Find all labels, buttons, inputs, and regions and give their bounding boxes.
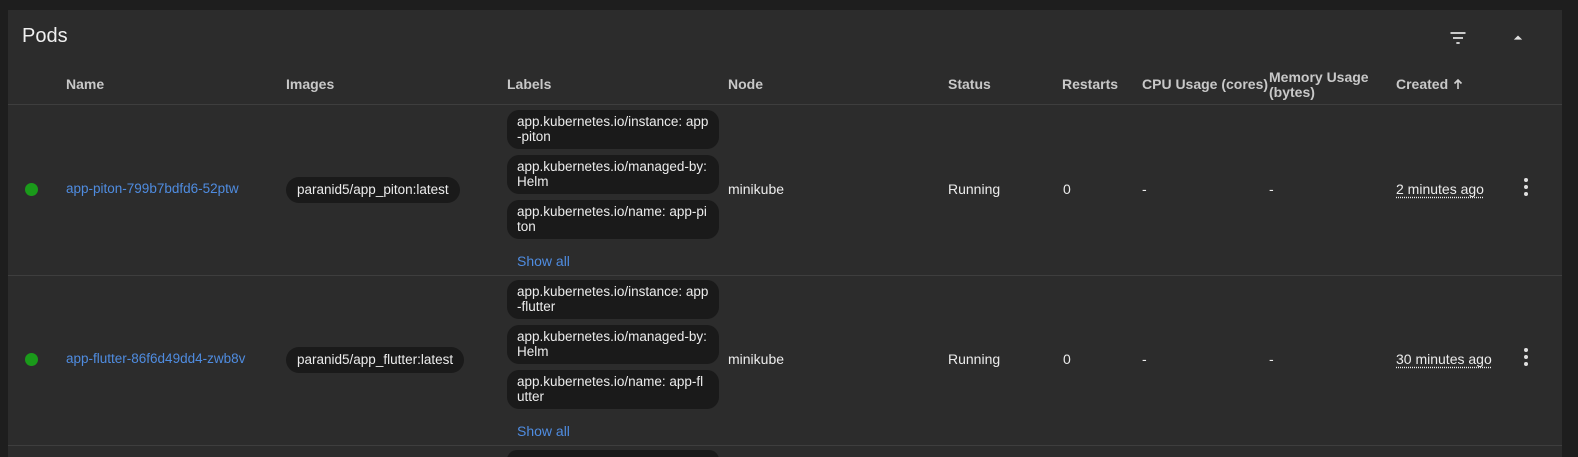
- labels-list: app.kubernetes.io/instance: app-flutter …: [507, 280, 719, 415]
- arrow-up-icon[interactable]: [1452, 78, 1464, 90]
- memory-header-line1: Memory Usage: [1269, 69, 1369, 85]
- created-header-label: Created: [1396, 76, 1449, 92]
- show-all-labels-link[interactable]: Show all: [517, 253, 570, 269]
- column-header-labels[interactable]: Labels: [507, 76, 551, 92]
- label-chip: app.kubernetes.io/name: app-flutter: [507, 370, 719, 409]
- status-cell: Running: [948, 351, 1001, 367]
- restarts-cell: 0: [1063, 351, 1071, 367]
- label-chip: app.kubernetes.io/instance: app-flutter: [507, 280, 719, 319]
- label-chip: app.kubernetes.io/instance: app-piton: [507, 110, 719, 149]
- column-header-created[interactable]: Created: [1396, 76, 1464, 92]
- restarts-cell: 0: [1063, 181, 1071, 197]
- label-chip: app.kubernetes.io/managed-by: Helm: [507, 325, 719, 364]
- more-vert-icon[interactable]: [1516, 176, 1536, 198]
- memory-cell: -: [1269, 351, 1274, 367]
- more-vert-icon[interactable]: [1516, 346, 1536, 368]
- label-chip-partial: [507, 450, 719, 457]
- table-row: app-piton-799b7bdfd6-52ptw paranid5/app_…: [8, 105, 1562, 276]
- pod-name-link[interactable]: app-piton-799b7bdfd6-52ptw: [66, 181, 239, 196]
- cpu-cell: -: [1142, 181, 1147, 197]
- label-chip: app.kubernetes.io/managed-by: Helm: [507, 155, 719, 194]
- column-header-restarts[interactable]: Restarts: [1062, 76, 1118, 92]
- label-chip: app.kubernetes.io/name: app-piton: [507, 200, 719, 239]
- node-cell: minikube: [728, 181, 785, 197]
- memory-header-line2: (bytes): [1269, 84, 1315, 100]
- panel-title: Pods: [22, 25, 68, 47]
- status-cell: Running: [948, 181, 1001, 197]
- memory-cell: -: [1269, 181, 1274, 197]
- cpu-cell: -: [1142, 351, 1147, 367]
- status-indicator: [25, 183, 38, 196]
- show-all-labels-link[interactable]: Show all: [517, 423, 570, 439]
- table-header: Name Images Labels Node Status Restarts …: [8, 66, 1562, 105]
- created-cell: 2 minutes ago: [1396, 181, 1484, 197]
- table-row: app-flutter-86f6d49dd4-zwb8v paranid5/ap…: [8, 275, 1562, 446]
- image-chip: paranid5/app_piton:latest: [286, 177, 460, 203]
- pod-name-link[interactable]: app-flutter-86f6d49dd4-zwb8v: [66, 351, 245, 366]
- filter-icon[interactable]: [1448, 28, 1468, 48]
- column-header-cpu[interactable]: CPU Usage (cores): [1142, 76, 1268, 92]
- created-cell: 30 minutes ago: [1396, 351, 1492, 367]
- node-cell: minikube: [728, 351, 785, 367]
- column-header-images[interactable]: Images: [286, 76, 334, 92]
- labels-list: app.kubernetes.io/instance: app-piton ap…: [507, 110, 719, 245]
- column-header-node[interactable]: Node: [728, 76, 763, 92]
- pods-panel: Pods Name Images Labels Node Status Rest…: [8, 10, 1562, 457]
- image-chip: paranid5/app_flutter:latest: [286, 347, 465, 373]
- column-header-name[interactable]: Name: [66, 76, 104, 92]
- chevron-up-icon[interactable]: [1508, 28, 1528, 48]
- column-header-memory[interactable]: Memory Usage (bytes): [1269, 70, 1369, 100]
- column-header-status[interactable]: Status: [948, 76, 991, 92]
- status-indicator: [25, 353, 38, 366]
